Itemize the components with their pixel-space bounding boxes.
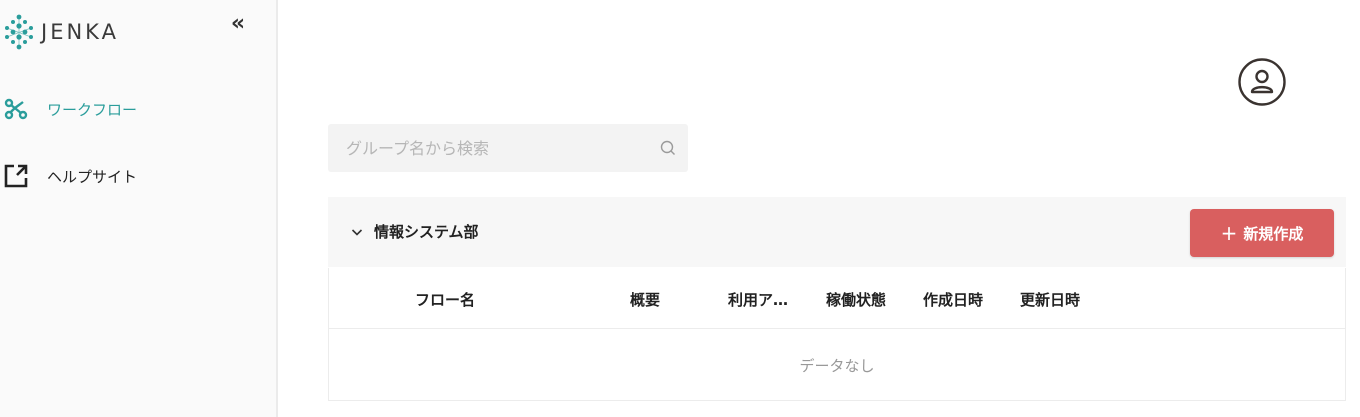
user-menu-button[interactable] [1237, 57, 1287, 107]
column-header-flow-name[interactable]: フロー名 [415, 289, 475, 310]
sidebar: JENKA « ワークフロー ヘルプサイト [0, 0, 278, 417]
sidebar-item-label: ヘルプサイト [47, 167, 138, 186]
group-toggle[interactable]: 情報システム部 [350, 221, 479, 242]
group-name: 情報システム部 [374, 223, 479, 241]
table-header: フロー名 概要 利用ア… 稼働状態 作成日時 更新日時 [329, 268, 1345, 329]
column-header-summary[interactable]: 概要 [630, 289, 660, 310]
plus-icon: + [1220, 221, 1238, 245]
column-header-created-at[interactable]: 作成日時 [923, 289, 983, 310]
group-search [328, 124, 688, 172]
external-link-icon [1, 161, 31, 191]
column-header-usage[interactable]: 利用ア… [728, 289, 788, 310]
chevron-down-icon [351, 228, 363, 236]
double-chevron-left-icon: « [230, 11, 246, 36]
sidebar-item-workflow[interactable]: ワークフロー [0, 94, 137, 124]
empty-state: データなし [799, 356, 875, 375]
user-icon [1238, 58, 1286, 106]
sidebar-item-label: ワークフロー [47, 100, 138, 119]
sidebar-item-help[interactable]: ヘルプサイト [0, 161, 137, 191]
logo[interactable]: JENKA [3, 13, 119, 51]
search-icon[interactable] [660, 140, 676, 156]
workflow-icon [1, 94, 31, 124]
column-header-status[interactable]: 稼働状態 [826, 289, 886, 310]
column-header-updated-at[interactable]: 更新日時 [1020, 289, 1080, 310]
jenka-logo-icon [5, 14, 33, 50]
collapse-sidebar-button[interactable]: « [226, 12, 250, 36]
new-workflow-button[interactable]: + 新規作成 [1190, 209, 1334, 257]
workflow-table: フロー名 概要 利用ア… 稼働状態 作成日時 更新日時 データなし [328, 268, 1346, 401]
group-panel-header: 情報システム部 + 新規作成 [328, 197, 1346, 267]
new-workflow-label: 新規作成 [1243, 224, 1304, 243]
brand-name: JENKA [41, 20, 119, 44]
search-input[interactable] [346, 128, 646, 168]
